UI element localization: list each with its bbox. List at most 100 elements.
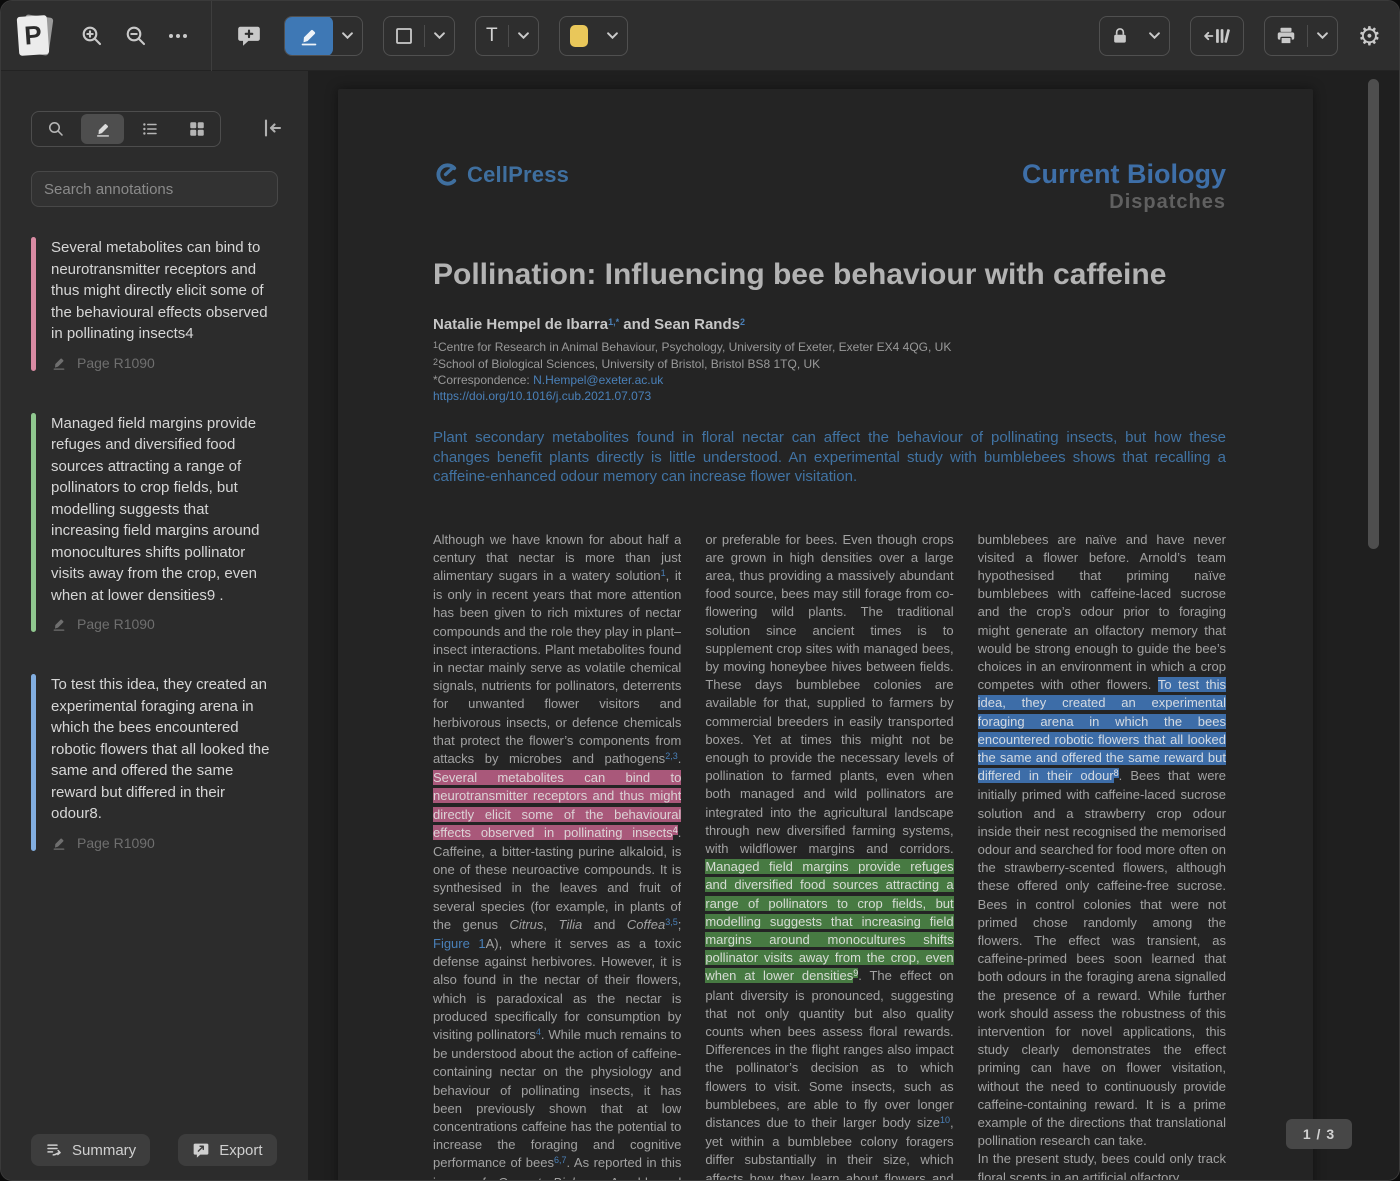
highlighter-options-chevron[interactable] xyxy=(333,17,362,55)
gear-icon: ⚙ xyxy=(1358,21,1381,51)
chevron-down-icon xyxy=(1317,32,1328,39)
comment-plus-icon xyxy=(236,23,262,49)
article-body: Although we have known for about half a … xyxy=(433,531,1226,1181)
text-span: 10 xyxy=(940,1115,950,1125)
toolbar-divider xyxy=(211,1,212,71)
text-tool-button[interactable]: T xyxy=(476,17,508,55)
chevron-down-icon xyxy=(518,32,529,39)
print-options-chevron[interactable] xyxy=(1308,17,1337,55)
pen-icon xyxy=(51,835,67,851)
highlighted-text: 4 xyxy=(673,825,678,835)
text-span: and xyxy=(582,917,627,932)
summary-icon xyxy=(45,1141,63,1159)
color-swatch-button[interactable] xyxy=(560,17,598,55)
affiliation-line: 1Centre for Research in Animal Behaviour… xyxy=(433,340,1226,357)
text-span: Current Biology xyxy=(498,1175,596,1181)
sidebar-tab-annotations[interactable] xyxy=(81,114,124,144)
text-span: . xyxy=(678,751,682,766)
annotation-text: To test this idea, they created an exper… xyxy=(51,674,280,825)
annotation-card[interactable]: To test this idea, they created an exper… xyxy=(31,674,280,851)
app-logo[interactable]: P xyxy=(15,14,55,58)
export-icon xyxy=(192,1141,210,1159)
text-span: 1 xyxy=(433,340,438,350)
text-span: 4 xyxy=(536,1027,541,1037)
text-span: . While much remains to be understood ab… xyxy=(433,1027,681,1170)
color-tool-group xyxy=(559,16,628,56)
add-comment-button[interactable] xyxy=(232,17,266,55)
text-span: . Bees that were initially primed with c… xyxy=(978,768,1226,1148)
annotation-color-bar xyxy=(31,413,36,633)
body-column-1: Although we have known for about half a … xyxy=(433,531,681,1181)
journal-header: Current Biology Dispatches xyxy=(1022,161,1226,214)
settings-button[interactable]: ⚙ xyxy=(1358,23,1381,49)
text-link[interactable]: Figure 1 xyxy=(433,936,486,951)
annotations-sidebar: Several metabolites can bind to neurotra… xyxy=(1,71,308,1181)
sidebar-tab-thumbnails[interactable] xyxy=(173,112,220,146)
zoom-in-icon xyxy=(80,24,104,48)
library-group xyxy=(1190,16,1244,56)
text-span: or preferable for bees. Even though crop… xyxy=(705,532,953,856)
publisher-name: CellPress xyxy=(467,162,569,188)
zoom-in-button[interactable] xyxy=(75,17,109,55)
highlighter-tool-button[interactable] xyxy=(285,16,333,56)
print-button[interactable] xyxy=(1265,17,1307,55)
body-column-2: or preferable for bees. Even though crop… xyxy=(705,531,953,1181)
highlighter-tool-group xyxy=(284,16,363,56)
zoom-out-icon xyxy=(124,24,148,48)
lock-button[interactable] xyxy=(1100,17,1140,55)
list-icon xyxy=(141,120,159,138)
highlighted-text: Several metabolites can bind to neurotra… xyxy=(433,770,681,840)
text-span: School of Biological Sciences, Universit… xyxy=(438,357,820,371)
text-span: Centre for Research in Animal Behaviour,… xyxy=(438,340,951,354)
text-span: In the present study, bees could only tr… xyxy=(978,1151,1226,1181)
back-to-library-button[interactable] xyxy=(1191,17,1243,55)
text-span: 1,* xyxy=(608,317,619,327)
lock-options-chevron[interactable] xyxy=(1140,17,1169,55)
text-link[interactable]: https://doi.org/10.1016/j.cub.2021.07.07… xyxy=(433,389,651,403)
summary-button-label: Summary xyxy=(72,1142,136,1159)
sidebar-tab-search[interactable] xyxy=(32,112,79,146)
text-span: . The effect on plant diversity is prono… xyxy=(705,968,953,1130)
text-span: ; xyxy=(678,917,682,932)
highlighted-text: Managed field margins provide refuges an… xyxy=(705,859,953,983)
shape-options-chevron[interactable] xyxy=(425,17,454,55)
text-span: 3,5 xyxy=(665,917,678,927)
color-options-chevron[interactable] xyxy=(598,17,627,55)
pen-icon xyxy=(51,616,67,632)
summary-button[interactable]: Summary xyxy=(31,1134,150,1166)
annotation-card[interactable]: Several metabolites can bind to neurotra… xyxy=(31,237,280,371)
document-viewer[interactable]: CellPress Current Biology Dispatches Pol… xyxy=(308,71,1399,1181)
text-span: *Correspondence: xyxy=(433,373,533,387)
annotation-list: Several metabolites can bind to neurotra… xyxy=(1,207,308,851)
text-span: Although we have known for about half a … xyxy=(433,532,681,583)
export-button[interactable]: Export xyxy=(178,1134,276,1166)
annotation-card[interactable]: Managed field margins provide refuges an… xyxy=(31,413,280,633)
annotation-page-ref: Page R1090 xyxy=(77,355,155,371)
pen-icon xyxy=(51,355,67,371)
text-span: 2,3 xyxy=(665,751,678,761)
text-span: 2 xyxy=(433,357,438,367)
pdf-page: CellPress Current Biology Dispatches Pol… xyxy=(338,89,1313,1181)
scrollbar-thumb[interactable] xyxy=(1368,79,1379,549)
collapse-sidebar-icon xyxy=(260,116,284,140)
text-span: bumblebees are naïve and have never visi… xyxy=(978,532,1226,693)
annotation-page-ref: Page R1090 xyxy=(77,616,155,632)
text-link[interactable]: N.Hempel@exeter.ac.uk xyxy=(533,373,663,387)
text-span: Tilia xyxy=(559,917,583,932)
shape-tool-button[interactable] xyxy=(384,17,424,55)
page-indicator-label: 1 / 3 xyxy=(1303,1126,1335,1142)
zoom-out-button[interactable] xyxy=(119,17,153,55)
text-options-chevron[interactable] xyxy=(509,17,538,55)
back-to-library-icon xyxy=(1201,25,1233,47)
sidebar-tab-outline[interactable] xyxy=(126,112,173,146)
text-span: and Sean Rands xyxy=(619,316,740,333)
text-span: Coffea xyxy=(627,917,665,932)
search-annotations-input[interactable] xyxy=(31,171,278,207)
collapse-sidebar-button[interactable] xyxy=(260,116,284,143)
publisher-logo: CellPress xyxy=(433,161,569,188)
more-options-button[interactable] xyxy=(161,17,195,55)
text-tool-icon: T xyxy=(486,25,498,47)
main-content: Several metabolites can bind to neurotra… xyxy=(1,71,1399,1181)
app-window: P xyxy=(0,0,1400,1181)
sidebar-mode-switcher xyxy=(31,111,221,147)
